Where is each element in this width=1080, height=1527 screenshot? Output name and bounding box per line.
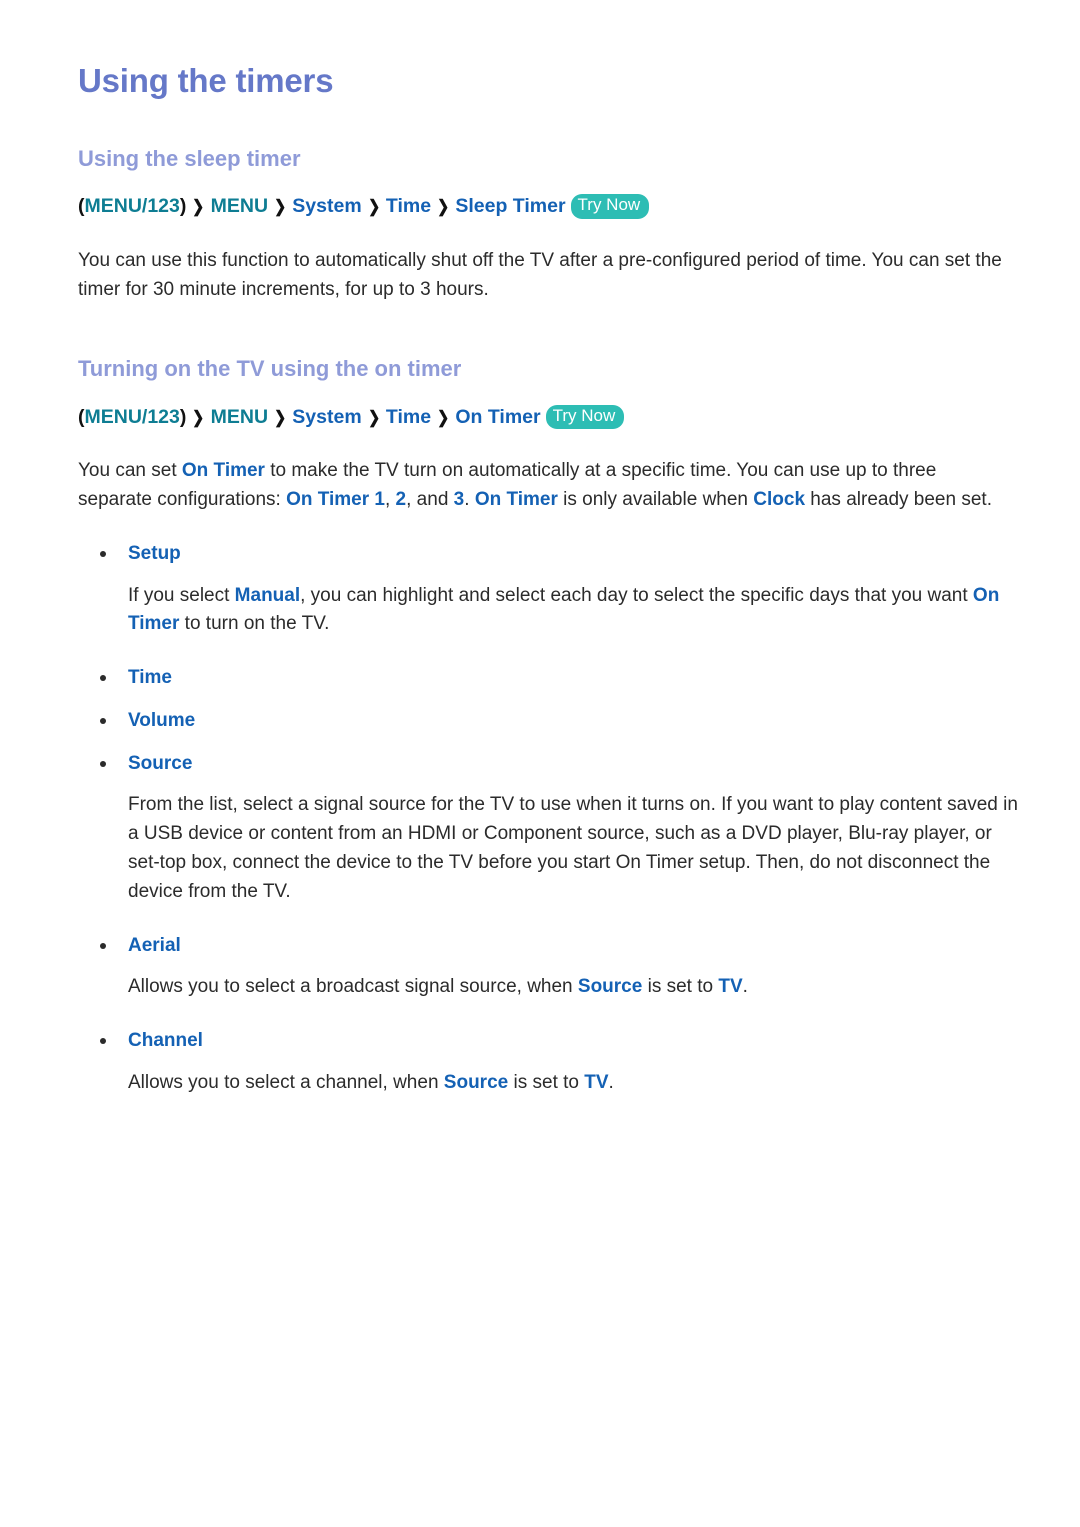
option-label-time: Time [128, 667, 173, 689]
list-item-channel: Channel [78, 1028, 1025, 1055]
bullet-icon [100, 1038, 106, 1045]
keyword-on-timer-repeat: On Timer [474, 489, 558, 511]
keyword-source: Source [577, 976, 643, 998]
text-fragment: is set to [508, 1071, 585, 1093]
keyword-clock: Clock [753, 489, 806, 511]
breadcrumb-item-menu[interactable]: MENU [211, 195, 268, 217]
chevron-right-icon: ❯ [192, 407, 205, 427]
text-fragment: . [608, 1071, 614, 1093]
breadcrumb-item-menu[interactable]: MENU [211, 406, 268, 428]
bullet-icon [100, 551, 106, 557]
option-label-source: Source [128, 752, 193, 774]
keyword-manual: Manual [234, 584, 301, 606]
option-description-setup: If you select Manual, you can highlight … [78, 582, 1018, 640]
breadcrumb-item-system[interactable]: System [292, 406, 361, 428]
list-item-time: Time [78, 665, 1025, 692]
breadcrumb-close-paren: ) [179, 405, 187, 428]
text-fragment: Allows you to select a channel, when [128, 1071, 444, 1093]
breadcrumb-item-on-timer[interactable]: On Timer [455, 406, 540, 428]
bullet-icon [100, 717, 106, 724]
text-fragment: Allows you to select a broadcast signal … [128, 976, 578, 998]
breadcrumb-item-time[interactable]: Time [386, 195, 431, 217]
bullet-icon [100, 942, 106, 949]
option-label-channel: Channel [128, 1030, 203, 1052]
breadcrumb-item-sleep-timer[interactable]: Sleep Timer [455, 195, 565, 217]
text-fragment: to turn on the TV. [179, 613, 330, 635]
keyword-tv: TV [718, 976, 743, 998]
chevron-right-icon: ❯ [274, 197, 287, 217]
keyword-on-timer: On Timer [181, 460, 265, 482]
chevron-right-icon: ❯ [437, 197, 450, 217]
text-fragment: is set to [642, 976, 719, 998]
text-fragment: , you can highlight and select each day … [300, 584, 973, 606]
text-fragment: has already been set. [805, 489, 992, 511]
breadcrumb-close-paren: ) [179, 195, 187, 218]
chevron-right-icon: ❯ [367, 407, 380, 427]
keyword-tv: TV [584, 1071, 609, 1093]
breadcrumb-item-menu123[interactable]: MENU/123 [85, 406, 180, 428]
keyword-on-timer-1: On Timer 1 [286, 489, 385, 511]
section-heading-sleep-timer: Using the sleep timer [78, 145, 301, 171]
breadcrumb-item-system[interactable]: System [292, 195, 361, 217]
list-item-volume: Volume [78, 708, 1025, 735]
keyword-source: Source [443, 1071, 509, 1093]
text-fragment: , and [406, 489, 454, 511]
try-now-badge[interactable]: Try Now [570, 194, 650, 219]
option-description-channel: Allows you to select a channel, when Sou… [78, 1069, 1018, 1098]
section-heading-on-timer: Turning on the TV using the on timer [78, 356, 462, 382]
option-label-setup: Setup [128, 543, 181, 564]
list-item-aerial: Aerial [78, 933, 1025, 960]
on-timer-intro: You can set On Timer to make the TV turn… [78, 457, 1013, 515]
text-fragment: . [742, 976, 748, 998]
try-now-badge[interactable]: Try Now [545, 404, 625, 430]
document-page: Using the timers Using the sleep timer (… [0, 0, 1080, 1527]
breadcrumb-sleep-timer: (MENU/123) ❯ MENU ❯ System ❯ Time ❯ Sleep Timer T… [78, 194, 1025, 220]
option-label-aerial: Aerial [128, 934, 181, 956]
chevron-right-icon: ❯ [192, 197, 205, 217]
text-fragment: If you select [128, 584, 235, 606]
text-fragment: . [464, 489, 475, 511]
breadcrumb-item-menu123[interactable]: MENU/123 [85, 195, 180, 217]
keyword-on-timer-3: 3 [453, 489, 465, 511]
breadcrumb-on-timer: (MENU/123) ❯ MENU ❯ System ❯ Time ❯ On Timer Try … [78, 404, 1025, 431]
text-fragment: You can set [78, 460, 182, 482]
bullet-icon [100, 675, 106, 682]
option-label-volume: Volume [128, 709, 196, 731]
list-item-setup: Setup [78, 541, 1025, 568]
breadcrumb-item-time[interactable]: Time [386, 406, 431, 428]
list-item-source: Source [78, 751, 1025, 778]
keyword-on-timer-2: 2 [395, 489, 407, 511]
page-title: Using the timers [78, 62, 334, 99]
option-description-aerial: Allows you to select a broadcast signal … [78, 973, 1018, 1002]
chevron-right-icon: ❯ [437, 407, 450, 427]
chevron-right-icon: ❯ [274, 407, 287, 427]
sleep-timer-description: You can use this function to automatical… [78, 249, 1002, 300]
text-fragment: , [384, 489, 396, 511]
option-description-source: From the list, select a signal source fo… [128, 794, 1018, 902]
text-fragment: is only available when [557, 489, 754, 511]
bullet-icon [100, 760, 106, 767]
chevron-right-icon: ❯ [367, 197, 380, 217]
